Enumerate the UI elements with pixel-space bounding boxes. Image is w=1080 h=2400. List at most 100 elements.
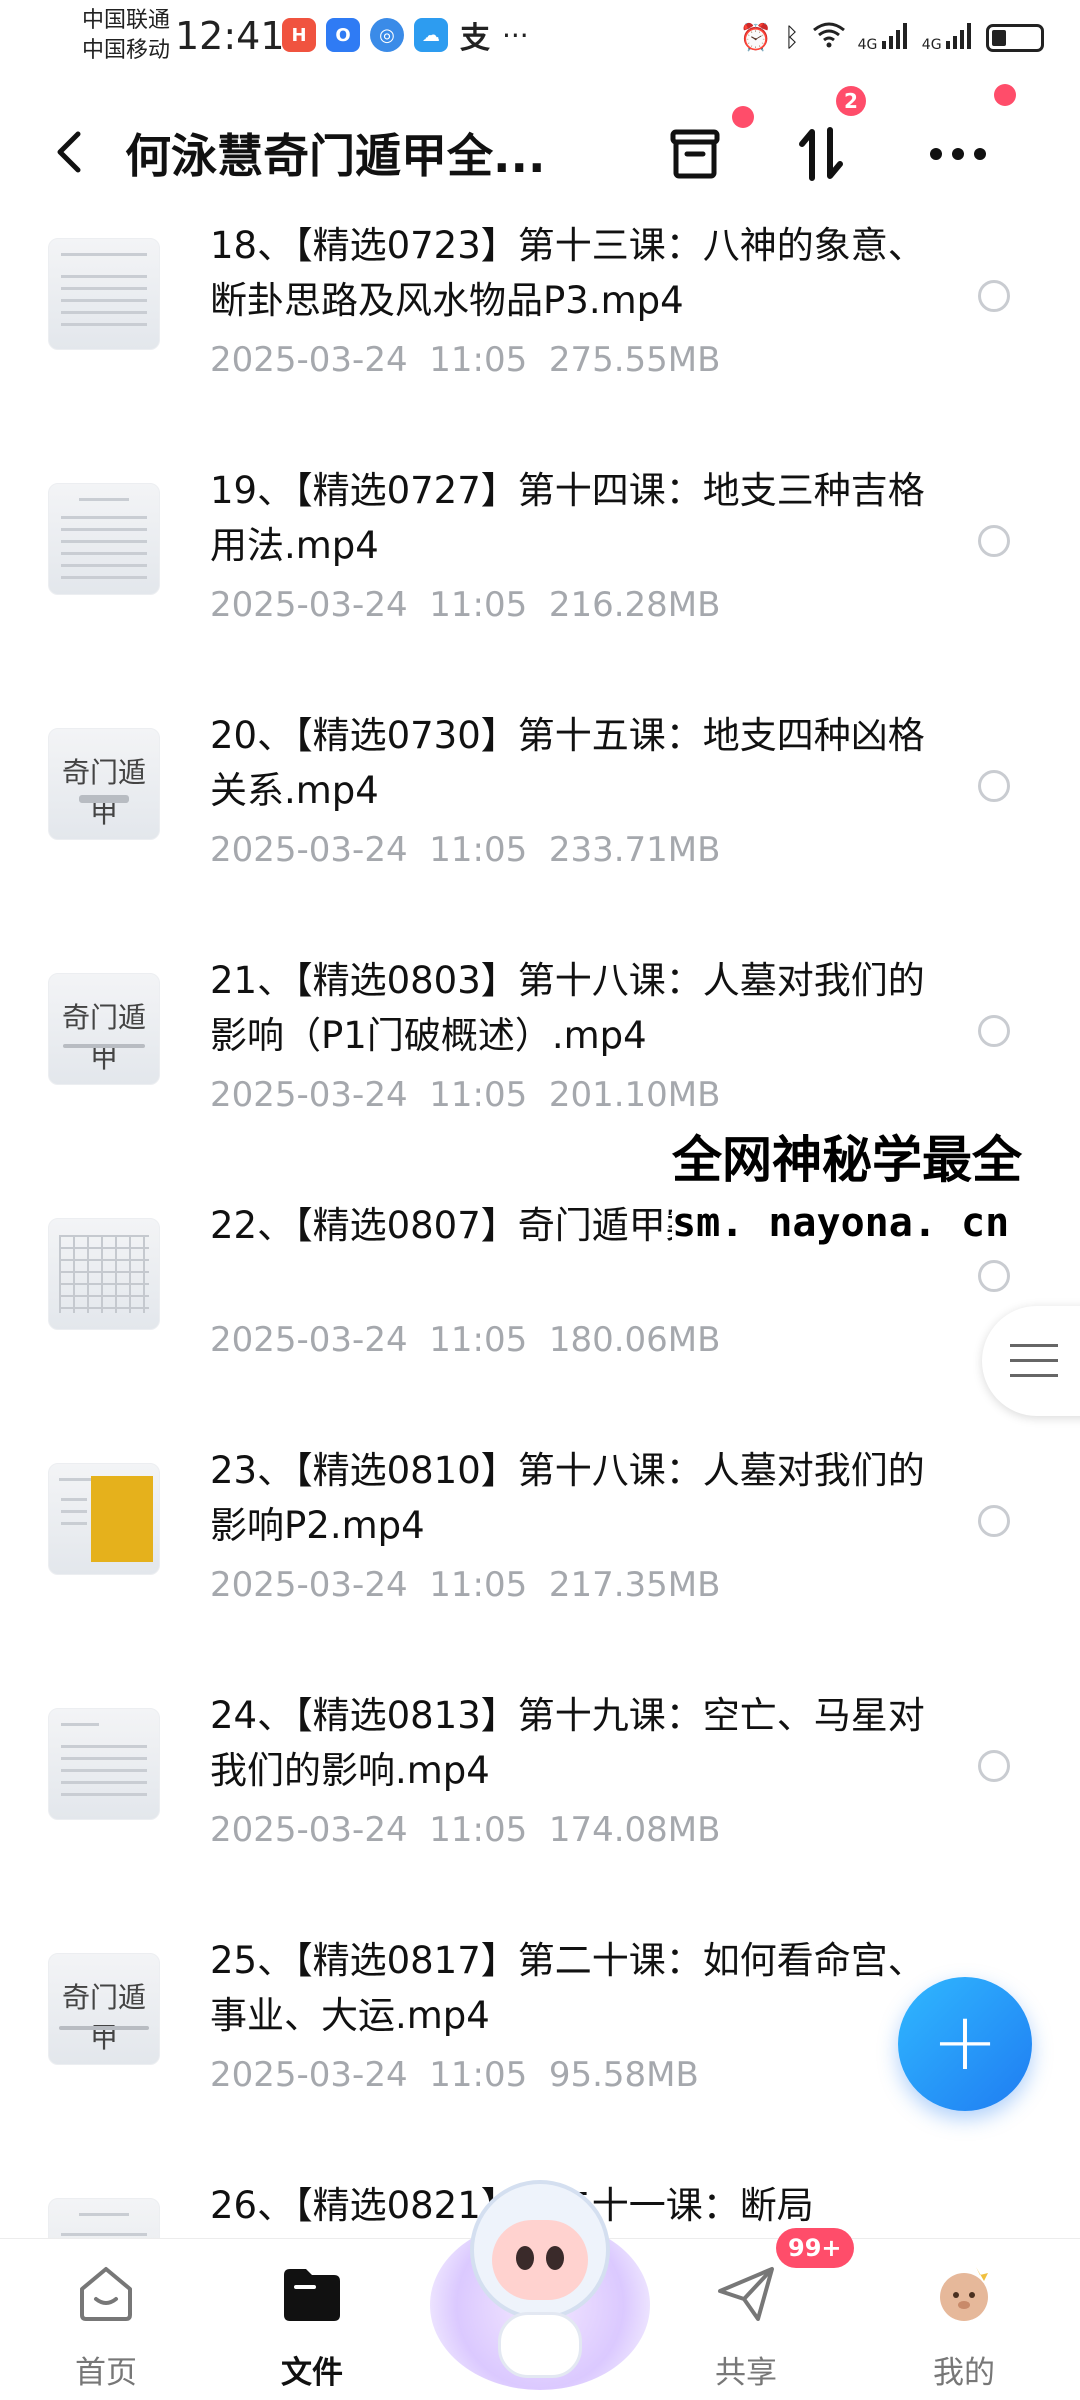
assistant-mascot-button[interactable]: [430, 2180, 650, 2390]
file-name: 20、【精选0730】第十五课：地支四种凶格关系.mp4: [210, 714, 925, 812]
tab-files[interactable]: 文件: [242, 2239, 382, 2400]
chevron-left-icon: [57, 131, 81, 173]
select-radio[interactable]: [978, 1750, 1010, 1782]
list-item[interactable]: 19、【精选0727】第十四课：地支三种吉格用法.mp4 2025-03-24 …: [0, 455, 1080, 700]
bluetooth-icon: ᛒ: [783, 22, 800, 53]
huawei-app-icon: H: [282, 18, 316, 52]
carrier-info: 中国联通 中国移动: [82, 6, 170, 66]
alarm-icon: ⏰: [739, 22, 772, 53]
video-thumbnail: [48, 1708, 160, 1820]
file-time: 11:05: [429, 1810, 528, 1850]
weather-app-icon: ☁: [414, 18, 448, 52]
file-date: 2025-03-24: [210, 1075, 408, 1115]
select-radio[interactable]: [978, 770, 1010, 802]
thumbnail-title: 奇门遁甲: [61, 1981, 146, 2054]
archive-button[interactable]: [655, 114, 735, 194]
more-dot-badge: [994, 84, 1016, 106]
file-name: 21、【精选0803】第十八课：人墓对我们的影响（P1门破概述）.mp4: [210, 959, 925, 1057]
file-name: 19、【精选0727】第十四课：地支三种吉格用法.mp4: [210, 469, 925, 567]
archive-dot-badge: [732, 106, 754, 128]
file-date: 2025-03-24: [210, 1320, 408, 1360]
file-time: 11:05: [429, 830, 528, 870]
avatar-icon: [940, 2267, 988, 2321]
file-meta: 2025-03-24 11:05 174.08MB: [210, 1810, 720, 1850]
folder-icon: [284, 2269, 340, 2321]
file-time: 11:05: [429, 1075, 528, 1115]
file-size: 201.10MB: [548, 1075, 721, 1115]
share-count-badge: 99+: [776, 2228, 854, 2268]
select-radio[interactable]: [978, 1505, 1010, 1537]
signal-label-1: 4G: [857, 36, 878, 53]
add-button[interactable]: +: [898, 1977, 1032, 2111]
file-name: 25、【精选0817】第二十课：如何看命宫、事业、大运.mp4: [210, 1939, 925, 2037]
file-name: 24、【精选0813】第十九课：空亡、马星对我们的影响.mp4: [210, 1694, 925, 1792]
watermark-url: sm. nayona. cn: [672, 1200, 1018, 1246]
system-icons: ⏰ ᛒ 4G 4G: [740, 20, 1044, 55]
send-plane-icon: [718, 2267, 774, 2321]
video-thumbnail: 奇门遁甲: [48, 973, 160, 1085]
file-size: 217.35MB: [548, 1565, 721, 1605]
notification-icons: H O ◎ ☁ 支 ···: [282, 18, 529, 56]
file-meta: 2025-03-24 11:05 217.35MB: [210, 1565, 720, 1605]
file-meta: 2025-03-24 11:05 216.28MB: [210, 585, 720, 625]
tab-home-label: 首页: [75, 2355, 137, 2391]
mascot-eye: [546, 2246, 564, 2270]
select-radio[interactable]: [978, 280, 1010, 312]
select-radio[interactable]: [978, 1015, 1010, 1047]
file-date: 2025-03-24: [210, 340, 408, 380]
file-size: 180.06MB: [548, 1320, 721, 1360]
select-radio[interactable]: [978, 1260, 1010, 1292]
video-thumbnail: [48, 238, 160, 350]
carrier-2: 中国移动: [82, 38, 171, 63]
back-button[interactable]: [48, 122, 88, 182]
tab-home[interactable]: 首页: [36, 2239, 176, 2400]
thumbnail-title: 奇门遁甲: [61, 1001, 146, 1074]
file-meta: 2025-03-24 11:05 233.71MB: [210, 830, 720, 870]
tab-files-label: 文件: [281, 2355, 343, 2391]
plus-icon: +: [931, 1995, 999, 2088]
file-name: 18、【精选0723】第十三课：八神的象意、断卦思路及风水物品P3.mp4: [210, 224, 925, 322]
header: 何泳慧奇门遁甲全... 2: [0, 84, 1080, 220]
mascot-face: [492, 2220, 588, 2300]
file-meta: 2025-03-24 11:05 95.58MB: [210, 2055, 699, 2095]
file-time: 11:05: [429, 340, 528, 380]
file-size: 216.28MB: [548, 585, 721, 625]
sort-button[interactable]: [782, 114, 862, 194]
home-icon: [80, 2267, 132, 2321]
carrier-1: 中国联通: [82, 8, 171, 33]
list-item[interactable]: 奇门遁甲 20、【精选0730】第十五课：地支四种凶格关系.mp4 2025-0…: [0, 700, 1080, 945]
file-name: 23、【精选0810】第十八课：人墓对我们的影响P2.mp4: [210, 1449, 925, 1547]
file-meta: 2025-03-24 11:05 180.06MB: [210, 1320, 720, 1360]
alipay-app-icon: 支: [460, 21, 490, 56]
globe-app-icon: ◎: [370, 18, 404, 52]
signal-icon-2: 4G: [921, 22, 974, 53]
file-date: 2025-03-24: [210, 2055, 408, 2095]
status-bar: 中国联通 中国移动 12:41 H O ◎ ☁ 支 ··· ⏰ ᛒ 4G 4G: [0, 0, 1080, 90]
select-radio[interactable]: [978, 525, 1010, 557]
video-thumbnail: 奇门遁甲: [48, 728, 160, 840]
file-size: 95.58MB: [548, 2055, 699, 2095]
video-thumbnail: 奇门遁甲: [48, 1953, 160, 2065]
file-time: 11:05: [429, 1320, 528, 1360]
file-time: 11:05: [429, 585, 528, 625]
tab-mine-label: 我的: [933, 2355, 995, 2391]
thumbnail-title: 奇门遁甲: [61, 756, 146, 829]
sort-arrows-icon: [799, 127, 843, 181]
menu-lines-icon: [1010, 1344, 1058, 1380]
list-item[interactable]: 24、【精选0813】第十九课：空亡、马星对我们的影响.mp4 2025-03-…: [0, 1680, 1080, 1925]
signal-icon-1: 4G: [857, 22, 910, 53]
status-time: 12:41: [175, 14, 285, 58]
wifi-icon: [812, 20, 846, 55]
file-size: 174.08MB: [548, 1810, 721, 1850]
file-time: 11:05: [429, 2055, 528, 2095]
more-options-button[interactable]: [918, 114, 998, 194]
list-item[interactable]: 18、【精选0723】第十三课：八神的象意、断卦思路及风水物品P3.mp4 20…: [0, 210, 1080, 455]
mascot-body: [498, 2312, 582, 2378]
file-size: 233.71MB: [548, 830, 721, 870]
battery-icon: [986, 23, 1044, 52]
signal-label-2: 4G: [921, 36, 942, 53]
list-item[interactable]: 23、【精选0810】第十八课：人墓对我们的影响P2.mp4 2025-03-2…: [0, 1435, 1080, 1680]
file-date: 2025-03-24: [210, 1565, 408, 1605]
tab-mine[interactable]: 我的: [894, 2239, 1034, 2400]
tab-share-label: 共享: [715, 2355, 777, 2391]
